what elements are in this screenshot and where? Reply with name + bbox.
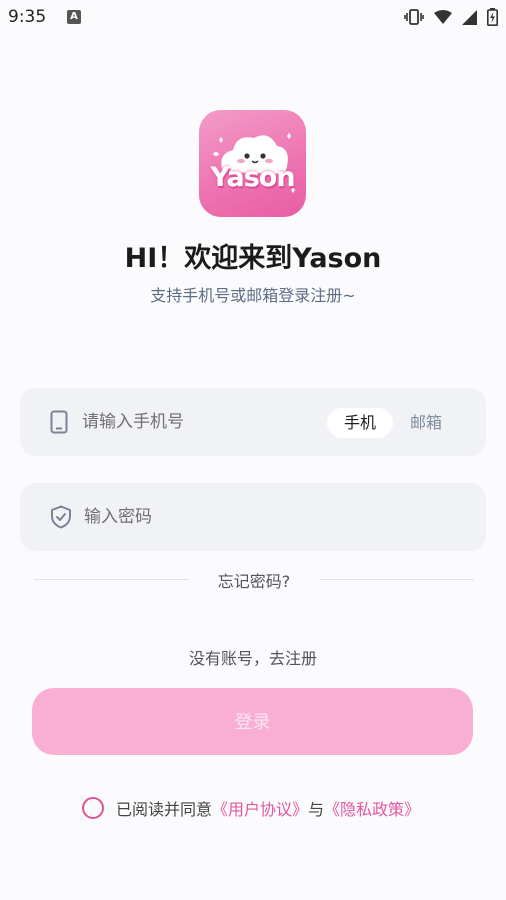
vibrate-icon	[404, 9, 424, 25]
divider-right	[319, 579, 474, 580]
agreement-checkbox[interactable]	[82, 797, 104, 819]
page-title: HI！欢迎来到Yason	[124, 243, 382, 274]
page-subtitle: 支持手机号或邮箱登录注册~	[150, 286, 356, 305]
signal-icon	[462, 9, 477, 25]
tab-email[interactable]: 邮箱	[393, 408, 459, 438]
app-logo: Yason	[199, 110, 306, 217]
register-link[interactable]: 没有账号，去注册	[0, 645, 506, 669]
forgot-password-row: 忘记密码?	[34, 568, 474, 592]
status-icons	[404, 6, 498, 28]
agreement-conjunction: 与	[308, 800, 325, 819]
phone-icon	[50, 410, 68, 434]
privacy-policy-link[interactable]: 《隐私政策》	[324, 796, 420, 820]
shield-icon	[51, 505, 71, 529]
status-bar: 9:35 A	[0, 0, 506, 34]
user-agreement-link[interactable]: 《用户协议》	[212, 796, 308, 820]
phone-input[interactable]	[82, 388, 322, 456]
forgot-password-link[interactable]: 忘记密码?	[34, 568, 474, 592]
password-field[interactable]	[20, 483, 486, 551]
notification-icon: A	[67, 10, 81, 24]
password-input[interactable]	[84, 483, 464, 551]
login-type-toggle[interactable]: 手机 邮箱	[327, 407, 459, 439]
tab-phone[interactable]: 手机	[327, 408, 394, 438]
status-time: 9:35	[8, 7, 47, 27]
battery-icon	[487, 8, 498, 26]
agreement-prefix: 已阅读并同意	[116, 800, 213, 819]
wifi-icon	[434, 10, 452, 24]
agreement-row: 已阅读并同意 《用户协议》 与 《隐私政策》	[82, 796, 420, 820]
logo-text: Yason	[210, 162, 295, 193]
login-button[interactable]: 登录	[32, 688, 473, 755]
phone-field[interactable]: 手机 邮箱	[20, 388, 486, 456]
